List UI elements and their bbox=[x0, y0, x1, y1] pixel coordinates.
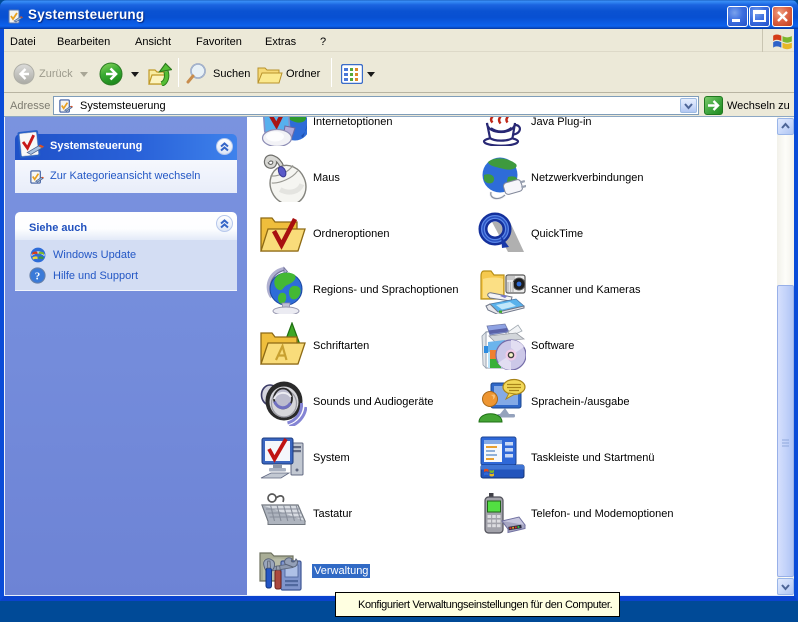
svg-text:?: ? bbox=[35, 271, 41, 283]
